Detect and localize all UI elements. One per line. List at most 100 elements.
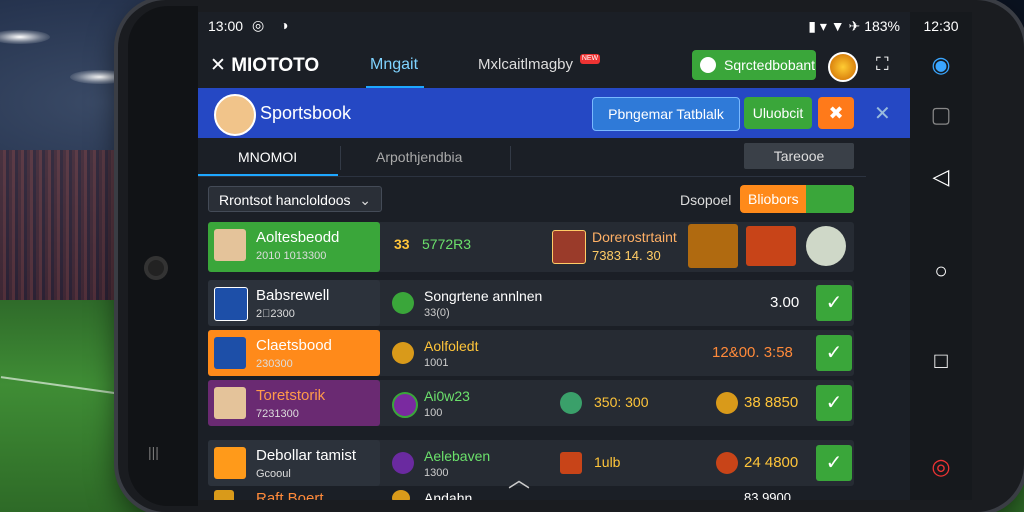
list-item[interactable]: Babsrewell 2⃣2300 Songrtene annlnen 33(0… [208,280,854,326]
tab-secondary[interactable]: Arpothjendbia [376,149,462,165]
row-mid: Ai0w23 [424,388,470,404]
check-button[interactable]: ✓ [816,385,852,421]
team-icon [214,287,248,321]
app-screen: 13:00 ◎ ◑ ▮ ▾ ▼ ✈ 183% ✕ MIOTOTO Mngait … [198,12,910,500]
coin-icon [392,342,414,364]
row-sub: 230300 [256,358,293,370]
list-item[interactable]: Raft Boert Andahn 83 9900 [208,488,854,500]
row-name: Babsrewell [256,287,330,304]
status-time-right: 12:30 [923,18,959,34]
row-mid: Songrtene annlnen [424,288,543,304]
row-name: Toretstorik [256,387,326,404]
status-icons: ◎ ◑ [252,17,295,33]
menu-icon: ||| [148,444,159,460]
recents-icon[interactable]: □ [910,348,972,374]
back-icon[interactable]: ◁ [910,164,972,190]
brand-logo[interactable]: ✕ MIOTOTO [210,54,319,77]
record-icon[interactable]: ◎ [910,454,972,480]
row-event-odds: 7383 14. 30 [592,248,661,263]
jackpot-icon [688,224,738,268]
row-odds: 3.00 [770,294,800,311]
globe-icon [560,392,582,414]
row-mid-sub: 100 [424,407,443,419]
game-icon [560,452,582,474]
player-icon [214,229,246,261]
player-icon [214,387,246,419]
tools-button[interactable]: ✖ [818,97,854,129]
row-name: Aoltesbeodd [256,229,340,246]
row-mid: 5772R3 [422,236,472,252]
coin-icon [716,452,738,474]
check-button[interactable]: ✓ [816,335,852,371]
list-item[interactable]: Claetsbood 230300 Aolfoledt 1001 12&00. … [208,330,854,376]
team-icon [214,490,234,500]
status-time: 13:00 [208,18,244,34]
chevron-down-icon: ⌄ [359,192,371,208]
mascot-icon [806,226,846,266]
user-avatar[interactable] [828,52,858,82]
row-odds: 12&00. 3:58 [712,344,793,361]
floodlight [0,30,50,44]
team-icon [214,447,246,479]
expand-icon[interactable]: ⛶ [876,54,889,75]
shield-icon [552,230,586,264]
tabs-icon[interactable]: ▢ [910,102,972,128]
list-item[interactable]: Toretstorik 7231300 Ai0w23 100 350: 300 … [208,380,854,426]
deposit-label: Dsopoel [680,192,732,208]
row-odds-mid: 350: 300 [594,394,649,410]
system-nav-bar: 12:30 ◉ ▢ ◁ ○ □ ◎ [910,12,972,500]
row-mid: Andahn [424,490,473,500]
home-icon[interactable]: ○ [910,258,972,284]
row-odds-mid: 1ulb [594,454,621,470]
camera-icon [144,256,168,280]
check-button[interactable]: ✓ [816,285,852,321]
nav-tab-main[interactable]: Mngait [370,56,418,74]
row-name: Debollar tamist [256,447,357,464]
primary-button[interactable]: Pbngemar Tatblalk [592,97,740,131]
list-item[interactable]: Debollar tamist Gcooul Aelebaven 1300 1u… [208,440,854,486]
status-bar: 13:00 ◎ ◑ ▮ ▾ ▼ ✈ 183% [198,12,910,42]
list-item[interactable]: Aoltesbeodd 2010 1013300 33 5772R3 Dorer… [208,222,854,272]
mascot-avatar [214,94,256,136]
close-icon[interactable]: ✕ [874,101,891,126]
filter-dropdown[interactable]: Rrontsot hancloldoos ⌄ [208,186,382,212]
team-icon [214,337,246,369]
row-odds: 83 9900 [744,490,791,500]
row-event: Dorerostrtaint [592,229,677,245]
row-mid: Aelebaven [424,448,491,464]
chevron-up-icon[interactable]: ︿ [508,462,530,494]
sportsbook-bar: Sportsbook Pbngemar Tatblalk Uluobcit ✖ … [198,88,910,138]
game-promo-icon [746,226,796,266]
tab-primary[interactable]: MNOMOI [238,149,297,165]
status-right: ▮ ▾ ▼ ✈ 183% [808,18,900,35]
signal-icon: ▮ ▾ ▼ ✈ [808,18,861,34]
row-sub: 2010 1013300 [256,250,327,262]
coin-icon [716,392,738,414]
toggle-label: Bliobors [748,191,799,207]
coin-icon [392,490,410,500]
row-mid-sub: 33(0) [424,307,450,319]
battery-text: 183% [864,18,900,34]
row-sub: 7231300 [256,408,299,420]
row-mid: Aolfoledt [424,338,479,354]
coin-icon [392,392,418,418]
green-button[interactable]: Uluobcit [744,97,812,129]
coin-icon [392,292,414,314]
promo-button[interactable]: Sqrctedbobant [692,50,816,80]
row-mid-sub: 1001 [424,357,449,369]
sportsbook-title: Sportsbook [260,103,352,123]
row-odds: 38 8850 [744,394,799,411]
promo-icon [700,57,716,73]
coin-icon [392,452,414,474]
odds-toggle[interactable]: Bliobors [740,185,854,213]
row-sub: Gcooul [256,468,291,480]
row-prefix: 33 [394,236,410,252]
new-badge: NEW [580,54,600,64]
tab-divider [510,146,511,170]
nav-tab-second[interactable]: Mxlcaitlmagby [478,56,573,73]
app-icon[interactable]: ◉ [910,52,972,78]
sub-tabs: MNOMOI Arpothjendbia Tareooe [198,138,866,177]
tab-button[interactable]: Tareooe [744,143,854,169]
check-button[interactable]: ✓ [816,445,852,481]
phone-bezel [128,6,198,506]
